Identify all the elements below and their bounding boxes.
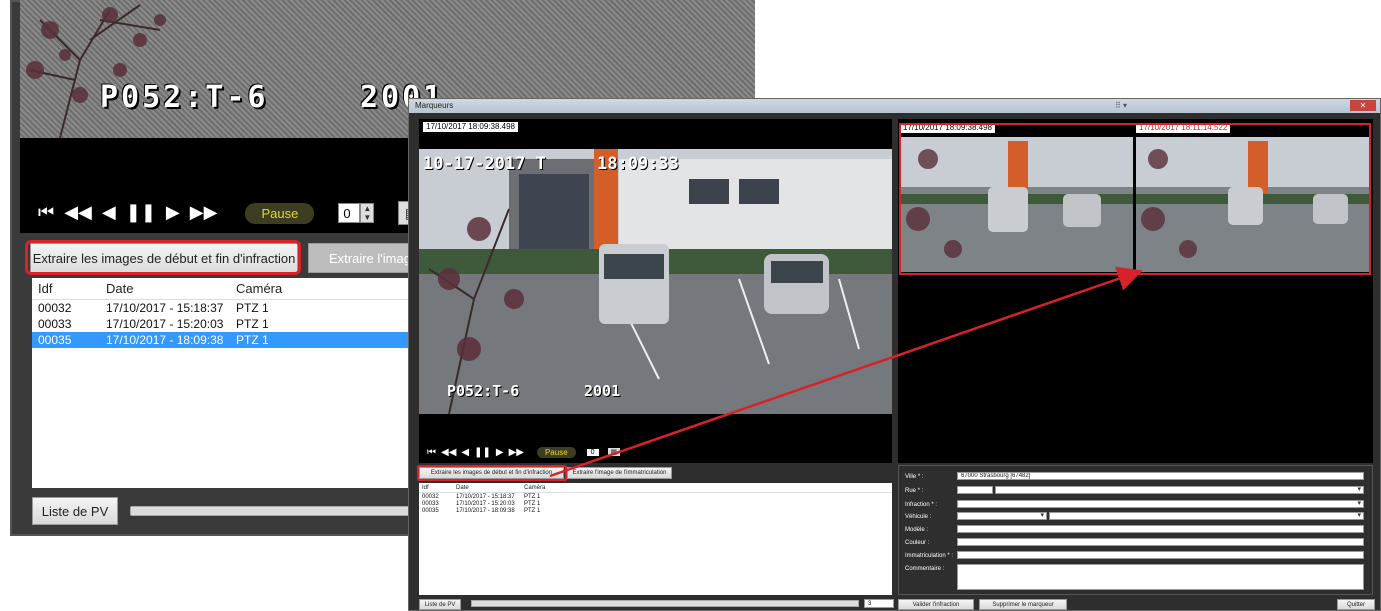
video-osd-plate-text: P052:T-6 — [100, 80, 269, 115]
vehicule-label: Véhicule : — [905, 514, 932, 520]
ville-label: Ville * : — [905, 474, 924, 480]
table-header: Idf Date Caméra — [419, 483, 892, 493]
cell-date: 17/10/2017 - 15:18:37 — [456, 493, 515, 500]
table-row[interactable]: 00032 17/10/2017 - 15:18:37 PTZ 1 — [419, 493, 892, 500]
fast-forward-icon[interactable]: ▶▶ — [509, 447, 524, 458]
cell-date: 17/10/2017 - 18:09:38 — [106, 333, 224, 347]
step-back-icon[interactable]: ◀ — [461, 447, 469, 458]
column-header-idf[interactable]: Idf — [419, 485, 453, 491]
cell-idf: 00032 — [422, 493, 439, 500]
column-header-idf[interactable]: Idf — [32, 281, 100, 296]
playback-status-badge: Pause — [536, 446, 576, 458]
horizontal-scrollbar[interactable] — [130, 506, 420, 516]
column-header-camera[interactable]: Caméra — [521, 485, 581, 491]
cell-date: 17/10/2017 - 15:18:37 — [106, 301, 224, 315]
infraction-label: Infraction * : — [905, 502, 938, 508]
table-row[interactable]: 00033 17/10/2017 - 15:20:03 PTZ 1 — [419, 500, 892, 507]
pause-icon[interactable]: ❚❚ — [126, 204, 156, 222]
gripper-icon[interactable]: ⠿ ▾ — [1109, 100, 1133, 111]
cell-idf: 00033 — [38, 317, 72, 331]
extract-plate-image-button[interactable]: Extraire l'image de l'immatriculation — [567, 467, 672, 479]
modele-label: Modèle : — [905, 527, 929, 533]
speed-stepper[interactable]: 0 ▲ ▼ — [338, 203, 375, 223]
stepper-arrows-icon[interactable]: ▲ ▼ — [360, 203, 375, 223]
speed-value[interactable]: 0 — [338, 203, 361, 223]
column-header-camera[interactable]: Caméra — [230, 281, 350, 296]
cell-camera: PTZ 1 — [524, 507, 541, 514]
column-header-date[interactable]: Date — [100, 281, 230, 296]
video-osd-year: 2001 — [584, 382, 621, 400]
cell-camera: PTZ 1 — [236, 317, 269, 331]
couleur-label: Couleur : — [905, 540, 930, 546]
window-title: Marqueurs — [409, 99, 1380, 113]
skip-start-icon[interactable]: ⏮ — [38, 204, 54, 222]
vehicule-type-select[interactable] — [1049, 512, 1364, 520]
record-count: 3 — [864, 599, 894, 608]
highlight-ring — [417, 465, 567, 481]
cell-camera: PTZ 1 — [524, 493, 541, 500]
infraction-table: Idf Date Caméra 00032 17/10/2017 - 15:18… — [32, 278, 422, 488]
quit-button[interactable]: Quitter — [1337, 599, 1375, 610]
horizontal-scrollbar[interactable] — [471, 600, 859, 607]
video-osd-time: 18:09:33 — [597, 154, 679, 174]
step-back-icon[interactable]: ◀ — [102, 204, 116, 222]
validate-infraction-button[interactable]: Valider l'infraction — [898, 599, 974, 610]
playback-status-badge: Pause — [245, 202, 315, 224]
immatriculation-label: Immatriculation * : — [905, 553, 954, 559]
commentaire-label: Commentaire : — [905, 566, 945, 572]
cell-date: 17/10/2017 - 15:20:03 — [456, 500, 515, 507]
calendar-icon[interactable]: ▦ — [607, 448, 621, 456]
commentaire-textarea[interactable] — [957, 564, 1364, 590]
infraction-form: Ville * : 67000 Strasbourg [67482] Rue *… — [898, 465, 1373, 595]
video-timestamp: 17/10/2017 18:09:38.498 — [423, 122, 518, 132]
table-row-selected[interactable]: 00035 17/10/2017 - 18:09:38 PTZ 1 — [32, 332, 422, 348]
table-row[interactable]: 00035 17/10/2017 - 18:09:38 PTZ 1 — [419, 507, 892, 514]
tree-branches-image — [26, 4, 166, 138]
cell-date: 17/10/2017 - 15:20:03 — [106, 317, 224, 331]
cell-idf: 00032 — [38, 301, 72, 315]
cell-idf: 00035 — [38, 333, 72, 347]
highlight-ring — [899, 123, 1371, 275]
highlight-ring — [25, 240, 301, 275]
marqueurs-window: Marqueurs ⠿ ▾ ✕ 17/10/2017 18:09:38.498 … — [408, 98, 1381, 611]
modele-field[interactable] — [957, 525, 1364, 533]
delete-marker-button[interactable]: Supprimer le marqueur — [979, 599, 1067, 610]
column-header-date[interactable]: Date — [453, 485, 521, 491]
cell-date: 17/10/2017 - 18:09:38 — [456, 507, 515, 514]
pause-icon[interactable]: ❚❚ — [474, 447, 491, 458]
play-icon[interactable]: ▶ — [496, 447, 504, 458]
skip-start-icon[interactable]: ⏮ — [427, 447, 436, 458]
speed-value[interactable]: 0 — [586, 448, 599, 456]
table-row[interactable]: 00033 17/10/2017 - 15:20:03 PTZ 1 — [32, 316, 422, 332]
video-osd-date: 10-17-2017 T — [423, 154, 546, 174]
pv-list-button[interactable]: Liste de PV — [32, 497, 118, 525]
fast-rewind-icon[interactable]: ◀◀ — [441, 447, 456, 458]
immatriculation-field[interactable] — [957, 551, 1364, 559]
close-icon[interactable]: ✕ — [1350, 100, 1376, 111]
cell-camera: PTZ 1 — [236, 301, 269, 315]
cell-idf: 00033 — [422, 500, 439, 507]
cell-camera: PTZ 1 — [236, 333, 269, 347]
pv-list-button[interactable]: Liste de PV — [419, 599, 461, 610]
cell-camera: PTZ 1 — [524, 500, 541, 507]
rue-select[interactable] — [995, 486, 1364, 494]
video-osd-plate: P052:T-6 — [447, 382, 520, 400]
fast-forward-icon[interactable]: ▶▶ — [190, 204, 218, 222]
rue-label: Rue * : — [905, 488, 924, 494]
fast-rewind-icon[interactable]: ◀◀ — [64, 204, 92, 222]
table-row[interactable]: 00032 17/10/2017 - 15:18:37 PTZ 1 — [32, 300, 422, 316]
parking-scene-image — [419, 149, 892, 414]
rue-number-field[interactable] — [957, 486, 993, 494]
couleur-field[interactable] — [957, 538, 1364, 546]
cell-idf: 00035 — [422, 507, 439, 514]
infraction-select[interactable] — [957, 500, 1364, 508]
playback-toolbar: ⏮ ◀◀ ◀ ❚❚ ▶ ▶▶ Pause 0 ▦ — [419, 442, 892, 462]
play-icon[interactable]: ▶ — [166, 204, 180, 222]
infraction-table: Idf Date Caméra 00032 17/10/2017 - 15:18… — [419, 483, 892, 595]
vehicule-brand-select[interactable] — [957, 512, 1047, 520]
ville-field[interactable]: 67000 Strasbourg [67482] — [957, 472, 1364, 480]
table-header: Idf Date Caméra — [32, 278, 422, 300]
